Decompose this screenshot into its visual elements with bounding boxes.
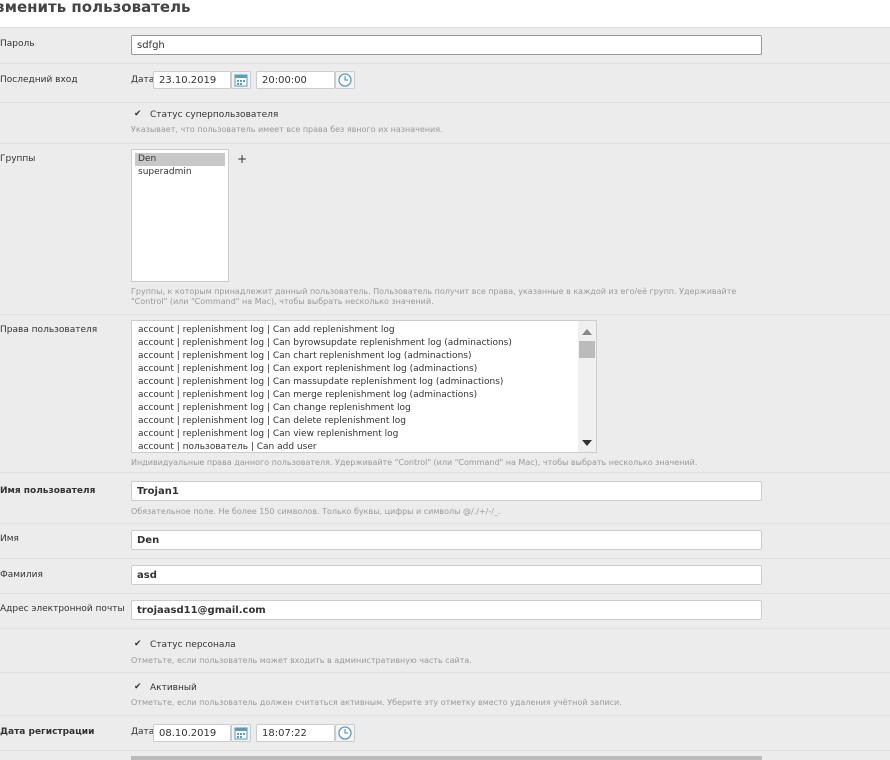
page-title: зменить пользователь	[0, 0, 890, 28]
first-name-row: Имя Den	[0, 524, 890, 559]
active-label: Активный	[150, 683, 197, 693]
staff-row: ✔ Статус персонала Отметьте, если пользо…	[0, 629, 890, 673]
email-input[interactable]: trojaasd11@gmail.com	[131, 600, 762, 620]
permissions-help: Индивидуальные права данного пользовател…	[131, 458, 698, 467]
group-option-den[interactable]: Den	[135, 153, 225, 166]
clock-icon[interactable]	[335, 71, 355, 89]
last-name-label: Фамилия	[0, 570, 43, 580]
staff-checkbox[interactable]: ✔	[134, 640, 142, 649]
groups-select[interactable]: Den superadmin	[131, 149, 229, 282]
groups-label: Группы	[0, 154, 36, 164]
next-field-input[interactable]	[131, 756, 762, 760]
first-name-input[interactable]: Den	[131, 530, 762, 550]
permissions-label: Права пользователя	[0, 325, 98, 335]
permission-option[interactable]: account | replenishment log | Can export…	[132, 363, 596, 376]
last-name-input[interactable]: asd	[131, 565, 762, 585]
permission-option[interactable]: account | replenishment log | Can merge …	[132, 389, 596, 402]
username-help: Обязательное поле. Не более 150 символов…	[131, 507, 501, 516]
first-name-label: Имя	[0, 534, 19, 544]
superuser-checkbox[interactable]: ✔	[134, 110, 142, 119]
permissions-scrollbar[interactable]	[578, 321, 596, 452]
permission-option[interactable]: account | replenishment log | Can delete…	[132, 415, 596, 428]
clock-icon[interactable]	[335, 724, 355, 742]
email-label: Адрес электронной почты	[0, 604, 125, 614]
superuser-row: ✔ Статус суперпользователя Указывает, чт…	[0, 103, 890, 144]
superuser-label: Статус суперпользователя	[150, 110, 279, 120]
permission-option[interactable]: account | replenishment log | Can view r…	[132, 428, 596, 441]
group-option-superadmin[interactable]: superadmin	[132, 166, 228, 179]
groups-help-1: Группы, к которым принадлежит данный пол…	[131, 287, 737, 296]
permission-option[interactable]: account | пользователь | Can add user	[132, 441, 596, 452]
username-label: Имя пользователя	[0, 486, 96, 496]
last-login-date-label: Дата	[131, 75, 155, 85]
active-row: ✔ Активный Отметьте, если пользователь д…	[0, 673, 890, 716]
active-checkbox[interactable]: ✔	[134, 683, 142, 692]
email-row: Адрес электронной почты trojaasd11@gmail…	[0, 594, 890, 629]
date-joined-row: Дата регистрации Дата 08.10.2019 18:07:2…	[0, 716, 890, 751]
scroll-up-icon[interactable]	[582, 329, 592, 335]
scroll-down-icon[interactable]	[582, 440, 592, 446]
permission-option[interactable]: account | replenishment log | Can byrows…	[132, 337, 596, 350]
scroll-thumb[interactable]	[579, 341, 595, 358]
username-row: Имя пользователя Trojan1 Обязательное по…	[0, 473, 890, 524]
date-joined-label: Дата регистрации	[0, 727, 95, 737]
last-name-row: Фамилия asd	[0, 559, 890, 594]
password-row: Пароль sdfgh	[0, 28, 890, 64]
permission-option[interactable]: account | replenishment log | Can change…	[132, 402, 596, 415]
permissions-row: Права пользователя account | replenishme…	[0, 315, 890, 473]
password-input[interactable]: sdfgh	[131, 35, 762, 55]
date-joined-time-input[interactable]: 18:07:22	[256, 724, 335, 742]
staff-help: Отметьте, если пользователь может входит…	[131, 656, 472, 665]
staff-label: Статус персонала	[150, 640, 236, 650]
last-login-time-input[interactable]: 20:00:00	[256, 71, 335, 89]
password-label: Пароль	[0, 39, 35, 49]
groups-help-2: "Control" (или "Command" на Mac), чтобы …	[131, 297, 434, 306]
permission-option[interactable]: account | replenishment log | Can chart …	[132, 350, 596, 363]
permission-option[interactable]: account | replenishment log | Can massup…	[132, 376, 596, 389]
permissions-select[interactable]: account | replenishment log | Can add re…	[131, 320, 597, 453]
username-input[interactable]: Trojan1	[131, 481, 762, 501]
date-joined-date-label: Дата	[131, 727, 155, 737]
calendar-icon[interactable]	[231, 71, 251, 89]
last-login-date-input[interactable]: 23.10.2019	[153, 71, 231, 89]
groups-row: Группы Den superadmin + Группы, к которы…	[0, 144, 890, 315]
superuser-help: Указывает, что пользователь имеет все пр…	[131, 125, 443, 134]
permission-option[interactable]: account | replenishment log | Can add re…	[132, 324, 596, 337]
add-group-icon[interactable]: +	[237, 152, 247, 166]
last-login-label: Последний вход	[0, 75, 78, 85]
date-joined-date-input[interactable]: 08.10.2019	[153, 724, 231, 742]
calendar-icon[interactable]	[231, 724, 251, 742]
active-help: Отметьте, если пользователь должен счита…	[131, 698, 622, 707]
last-login-row: Последний вход Дата 23.10.2019 20:00:00	[0, 64, 890, 103]
